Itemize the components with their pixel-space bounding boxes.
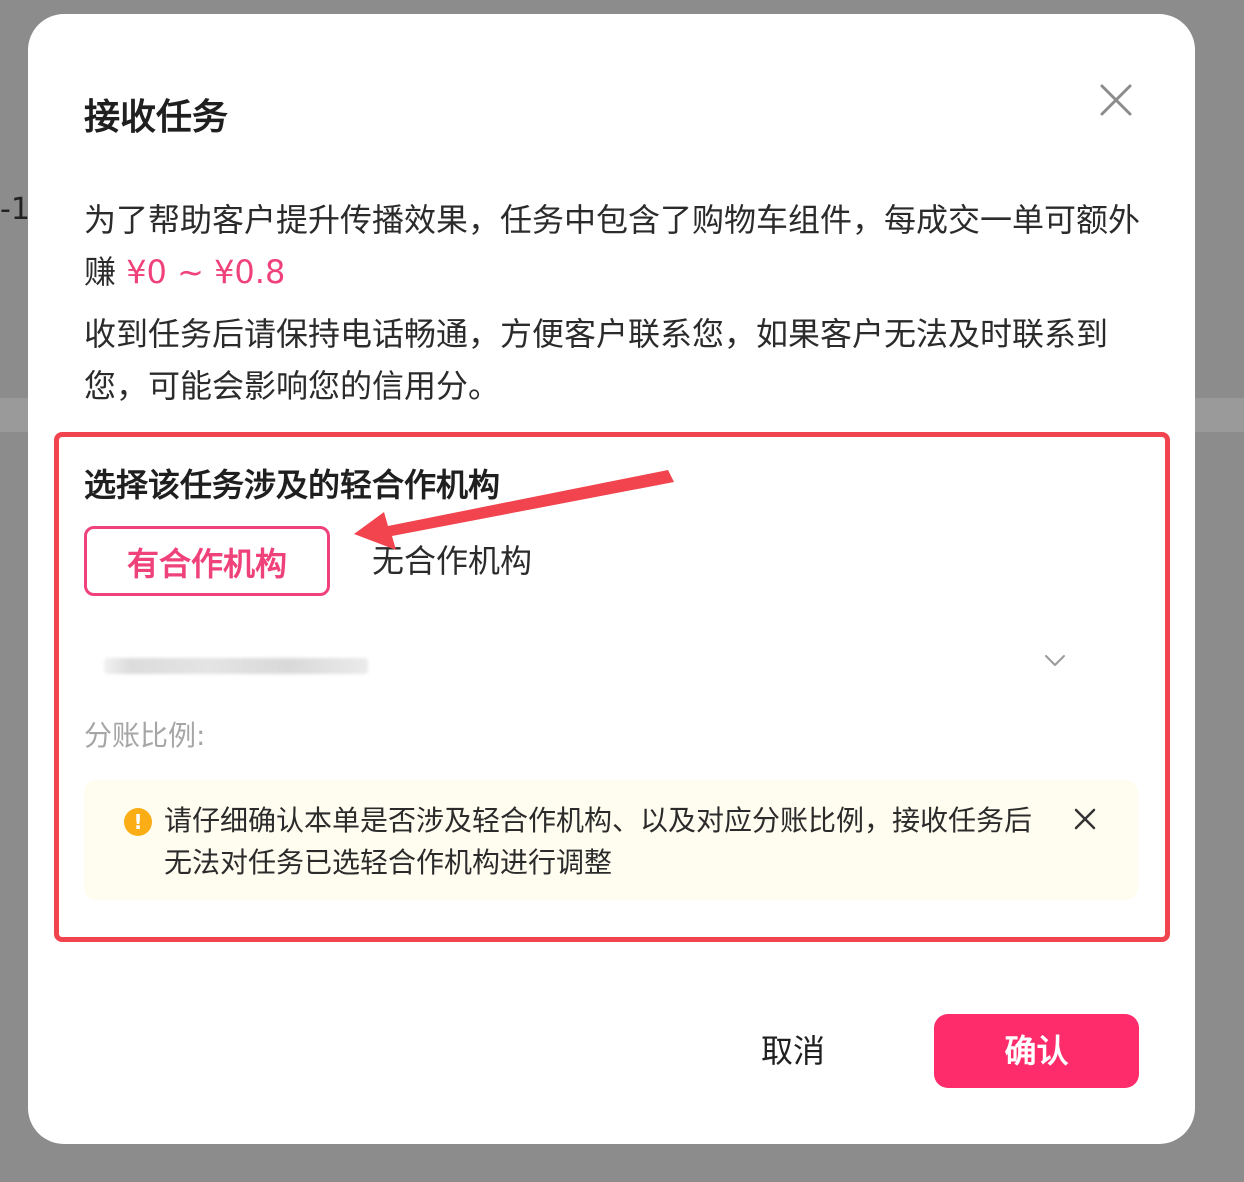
warning-notice: ! 请仔细确认本单是否涉及轻合作机构、以及对应分账比例，接收任务后无法对任务已选… xyxy=(84,780,1138,900)
notice-close-icon[interactable] xyxy=(1070,804,1100,834)
reward-description: 为了帮助客户提升传播效果，任务中包含了购物车组件，每成交一单可额外赚 ¥0 ~ … xyxy=(84,194,1144,298)
exclamation-circle-icon: ! xyxy=(124,808,152,836)
price-range: ¥0 ~ ¥0.8 xyxy=(126,253,286,291)
confirm-button[interactable]: 确认 xyxy=(934,1014,1139,1088)
cancel-button[interactable]: 取消 xyxy=(728,1014,858,1088)
option-has-partner[interactable]: 有合作机构 xyxy=(84,526,330,596)
dialog-title: 接收任务 xyxy=(84,97,229,138)
backdrop-partial-text: -1 xyxy=(0,192,28,227)
partner-select[interactable] xyxy=(100,634,1080,688)
contact-description: 收到任务后请保持电话畅通，方便客户联系您，如果客户无法及时联系到您，可能会影响您… xyxy=(84,315,1109,405)
chevron-down-icon xyxy=(1042,648,1068,674)
notice-text: 请仔细确认本单是否涉及轻合作机构、以及对应分账比例，接收任务后无法对任务已选轻合… xyxy=(164,804,1033,879)
split-ratio-label: 分账比例: xyxy=(84,719,206,752)
blurred-selected-value xyxy=(104,658,368,674)
close-icon[interactable] xyxy=(1092,76,1140,124)
accept-task-dialog: 接收任务 为了帮助客户提升传播效果，任务中包含了购物车组件，每成交一单可额外赚 … xyxy=(28,14,1195,1144)
annotation-arrow-icon xyxy=(354,470,674,550)
